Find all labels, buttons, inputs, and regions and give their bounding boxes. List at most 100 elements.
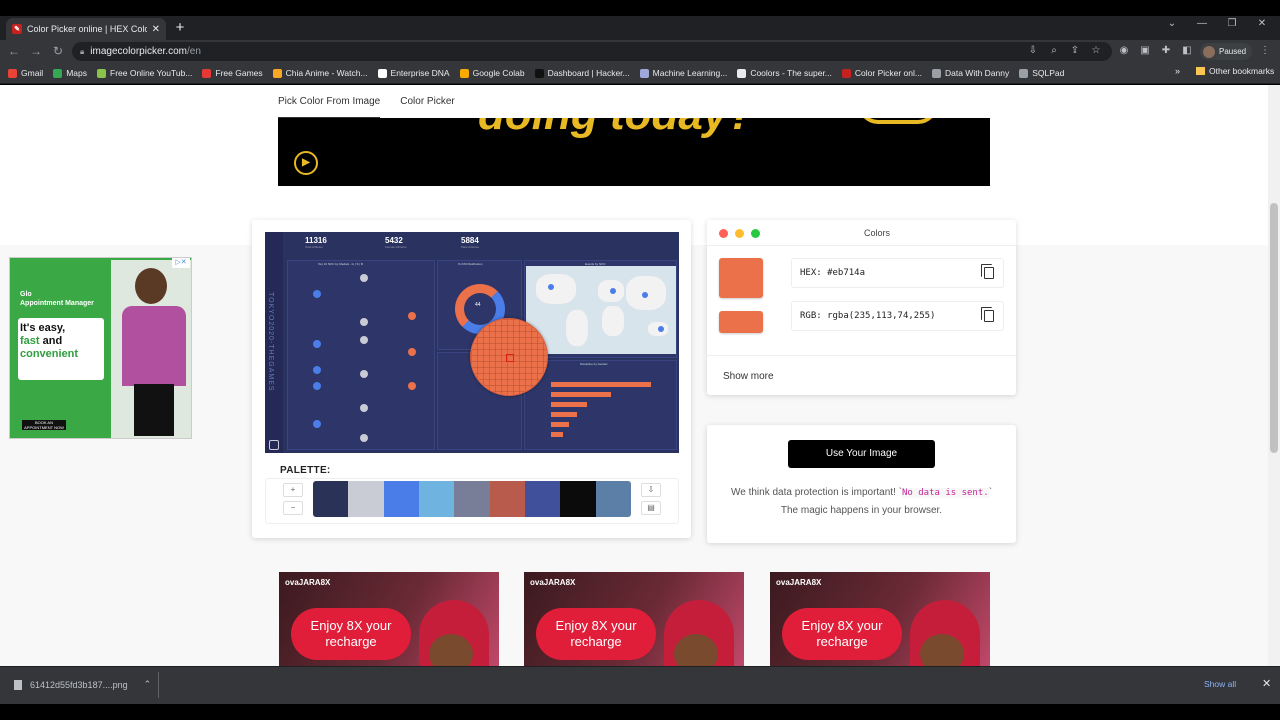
bookmark-item[interactable]: Free Games <box>202 68 263 78</box>
map-marker <box>548 284 554 290</box>
show-more-link[interactable]: Show more <box>707 355 1016 395</box>
bookmark-item[interactable]: Chia Anime - Watch... <box>272 68 368 78</box>
banner-ad[interactable]: doing today? ▶ <box>278 118 990 186</box>
url-input[interactable]: 🔒︎ imagecolorpicker.com/en <box>72 42 1112 61</box>
palette-swatch[interactable] <box>489 481 525 517</box>
other-bookmarks[interactable]: Other bookmarks <box>1196 66 1274 76</box>
palette-label: PALETTE: <box>280 465 331 476</box>
url-host: imagecolorpicker.com <box>90 46 187 57</box>
page-scrollbar[interactable] <box>1268 85 1280 666</box>
ad-choices-icon[interactable]: ▷✕ <box>172 258 190 268</box>
palette-swatch[interactable] <box>418 481 455 517</box>
rgb-value-field[interactable]: RGB: rgba(235,113,74,255) <box>791 301 1004 331</box>
bookmark-item[interactable]: SQLPad <box>1019 68 1064 78</box>
bottom-ad-3[interactable]: ovaJARA8X Enjoy 8X your recharge <box>770 572 990 666</box>
palette-swatch[interactable] <box>524 481 561 517</box>
bookmark-label: SQLPad <box>1032 68 1065 78</box>
copy-hex-icon[interactable] <box>981 264 994 279</box>
bookmark-star-icon[interactable]: ☆ <box>1089 44 1103 58</box>
bookmark-item[interactable]: Coolors - The super... <box>737 68 832 78</box>
stat-total: 11316 Total Athletes <box>305 236 327 256</box>
banner-ad-logo-arc <box>858 118 938 124</box>
window-close-dot <box>719 229 728 238</box>
browser-tab[interactable]: ✎ Color Picker online | HEX Colo ✕ <box>6 18 166 40</box>
bookmark-item[interactable]: Free Online YouTub... <box>97 68 192 78</box>
bookmark-label: Free Games <box>215 68 263 78</box>
extensions-puzzle-icon[interactable]: ✚ <box>1159 44 1173 58</box>
share-icon[interactable]: ⇪ <box>1068 44 1082 58</box>
bottom-ad-pill: Enjoy 8X your recharge <box>291 608 411 660</box>
file-icon <box>14 679 22 690</box>
close-tab-icon[interactable]: ✕ <box>152 24 160 35</box>
chevron-up-icon[interactable]: ⌃ <box>144 679 152 690</box>
bar-mark <box>551 422 569 427</box>
bookmark-item[interactable]: Data With Danny <box>931 68 1009 78</box>
bookmark-icon <box>639 68 649 78</box>
hex-value-field[interactable]: HEX: #eb714a <box>791 258 1004 288</box>
reload-icon[interactable]: ↻ <box>50 43 66 59</box>
close-downloads-icon[interactable]: ✕ <box>1262 677 1271 690</box>
bookmark-item[interactable]: Dashboard | Hacker... <box>534 68 630 78</box>
back-icon[interactable]: ← <box>6 43 22 59</box>
extension-a-icon[interactable]: ◉ <box>1117 44 1131 58</box>
bookmark-item[interactable]: Google Colab <box>459 68 525 78</box>
maximize-button[interactable]: ❐ <box>1222 18 1242 29</box>
stat-total-label: Total Athletes <box>305 245 323 249</box>
close-window-button[interactable]: ✕ <box>1252 18 1272 29</box>
palette-remove-button[interactable]: − <box>283 501 303 515</box>
install-icon[interactable]: ⇩ <box>1026 44 1040 58</box>
panel-medals-title: Top 10 NOC by Medals - G | S | B <box>318 262 363 266</box>
palette-add-button[interactable]: + <box>283 483 303 497</box>
tab-pick-color-from-image[interactable]: Pick Color From Image <box>278 96 381 118</box>
profile-button[interactable]: Paused <box>1200 43 1252 60</box>
side-panel-icon[interactable]: ◧ <box>1180 44 1194 58</box>
scrollbar-thumb[interactable] <box>1270 203 1278 453</box>
copy-rgb-icon[interactable] <box>981 307 994 322</box>
medal-dot <box>313 420 321 428</box>
minimize-button[interactable]: — <box>1192 18 1212 29</box>
bottom-ad-2[interactable]: ovaJARA8X Enjoy 8X your recharge <box>524 572 744 666</box>
new-tab-button[interactable]: + <box>172 19 188 37</box>
bookmark-item[interactable]: Gmail <box>8 68 43 78</box>
palette-swatch[interactable] <box>383 481 419 517</box>
ad-headline-a: It's easy, <box>20 322 66 334</box>
download-item[interactable]: 61412d55fd3b187....png ⌃ <box>14 679 151 690</box>
use-your-image-button[interactable]: Use Your Image <box>788 440 935 468</box>
save-icon[interactable]: ▤ <box>641 501 661 515</box>
bottom-ad-1[interactable]: ovaJARA8X Enjoy 8X your recharge <box>279 572 499 666</box>
palette-swatch[interactable] <box>454 481 490 517</box>
privacy-note: We think data protection is important! `… <box>727 484 996 520</box>
palette-swatch[interactable] <box>560 481 596 517</box>
stat-female-value: 5432 <box>385 236 403 245</box>
tab-search-icon[interactable]: ⌄ <box>1162 18 1182 29</box>
ad-cta-button[interactable]: BOOK AN APPOINTMENT NOW <box>22 420 66 430</box>
lock-icon: 🔒︎ <box>80 46 85 56</box>
palette-swatch[interactable] <box>348 481 384 517</box>
download-icon[interactable]: ⇩ <box>641 483 661 497</box>
palette-swatch[interactable] <box>595 481 631 517</box>
bottom-ad-brand: ovaJARA8X <box>776 578 822 587</box>
play-icon[interactable]: ▶ <box>294 151 318 175</box>
dashboard-logo-icon <box>269 440 279 450</box>
forward-icon[interactable]: → <box>28 43 44 59</box>
color-magnifier-loupe[interactable] <box>470 318 548 396</box>
bookmark-icon <box>53 68 63 78</box>
bookmark-item[interactable]: Enterprise DNA <box>377 68 450 78</box>
map-continent <box>602 306 624 336</box>
bookmark-item[interactable]: Color Picker onl... <box>841 68 922 78</box>
extension-b-icon[interactable]: ▣ <box>1138 44 1152 58</box>
side-ad[interactable]: Glo Appointment Manager It's easy, fast a… <box>9 257 192 439</box>
tab-color-picker[interactable]: Color Picker <box>400 96 454 118</box>
show-all-button[interactable]: Show all <box>1204 679 1236 689</box>
palette-swatches <box>313 481 631 517</box>
palette-swatch[interactable] <box>313 481 349 517</box>
menu-kebab-icon[interactable]: ⋮ <box>1258 44 1272 58</box>
bookmark-label: Gmail <box>21 68 44 78</box>
dashboard-vertical-title: TOKYO2020-THEGAMES <box>267 292 274 392</box>
more-bookmarks-chevron[interactable]: » <box>1175 66 1180 76</box>
downloads-bar <box>0 666 1280 704</box>
bookmark-item[interactable]: Maps <box>53 68 87 78</box>
bookmark-item[interactable]: Machine Learning... <box>639 68 727 78</box>
zoom-icon[interactable]: ⌕ <box>1047 44 1061 58</box>
map-marker <box>658 326 664 332</box>
